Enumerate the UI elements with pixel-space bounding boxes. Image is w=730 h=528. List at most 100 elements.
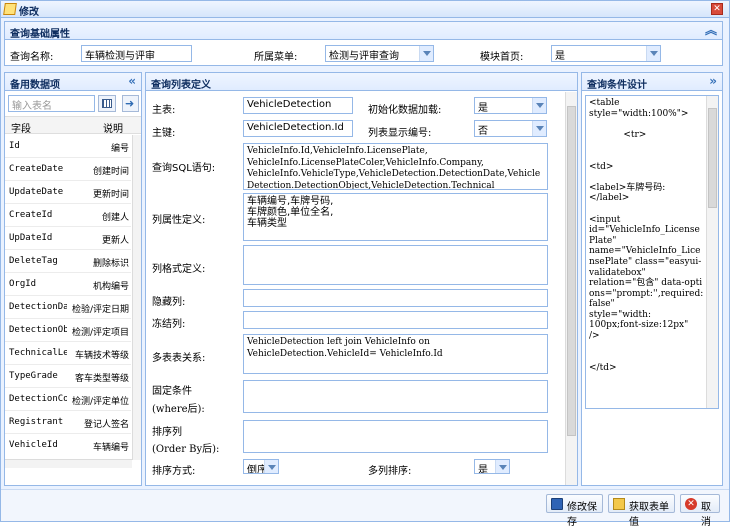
table-row[interactable]: TechnicalLev 车辆技术等级: [5, 342, 131, 365]
multi-sort-select[interactable]: 是: [474, 459, 510, 474]
table-header: 字段 说明: [5, 116, 141, 135]
field-name-cell: CreateId: [9, 210, 53, 220]
table-row[interactable]: CreateDate 创建时间: [5, 158, 131, 181]
column-field-header: 字段: [11, 124, 31, 135]
chevron-down-icon[interactable]: [495, 460, 509, 473]
sql-label: 查询SQL语句:: [152, 163, 216, 174]
fixed-condition-sub-label: (where后):: [152, 404, 205, 415]
sort-mode-select[interactable]: 倒序: [243, 459, 279, 474]
list-number-label: 列表显示编号:: [368, 128, 432, 139]
scrollbar-thumb[interactable]: [567, 106, 576, 436]
field-name-cell: TechnicalLev: [9, 348, 67, 358]
query-name-label: 查询名称:: [10, 52, 54, 63]
home-select[interactable]: 是: [551, 45, 661, 62]
panel-title: 查询条件设计: [587, 80, 647, 91]
refresh-button[interactable]: ➜: [122, 95, 139, 112]
close-icon[interactable]: ✕: [711, 3, 723, 15]
basic-properties-panel: 查询基础属性 ︽ 查询名称: 车辆检测与评审 所属菜单: 检测与评审查询 模块首…: [4, 21, 723, 66]
table-row[interactable]: UpDateId 更新人: [5, 227, 131, 250]
fields-scrollbar[interactable]: [132, 135, 141, 460]
condition-design-textarea[interactable]: <table style="width:100%"> <tr> <td> <la…: [585, 95, 719, 409]
condition-design-scrollbar[interactable]: [706, 96, 718, 408]
table-row[interactable]: DetectionCor 检测/评定单位: [5, 388, 131, 411]
list-number-value: 否: [478, 126, 488, 137]
multi-join-textarea[interactable]: VehicleDetection left join VehicleInfo o…: [243, 334, 548, 374]
table-row[interactable]: DetectionDat 检验/评定日期: [5, 296, 131, 319]
data-items-panel: 备用数据项 « 输入表名 ➜ 字段 说明 Id 编号 CreateDate 创建时间 U…: [4, 72, 142, 486]
field-desc-cell: 编号: [110, 144, 129, 154]
menu-select[interactable]: 检测与评审查询: [325, 45, 434, 62]
chevron-down-icon[interactable]: [532, 98, 546, 113]
save-button[interactable]: 修改保存: [546, 494, 603, 528]
main-table-input[interactable]: VehicleDetection: [243, 97, 353, 114]
table-row[interactable]: UpdateDate 更新时间: [5, 181, 131, 204]
table-grid-button[interactable]: [98, 95, 116, 112]
collapse-left-icon[interactable]: «: [128, 74, 136, 88]
basic-properties-header: 查询基础属性 ︽: [5, 22, 722, 40]
cancel-button[interactable]: ✕ 取消: [680, 494, 720, 528]
form-icon: [613, 498, 625, 510]
fields-hscrollbar[interactable]: [5, 459, 132, 468]
table-row[interactable]: OrgId 机构编号: [5, 273, 131, 296]
scrollbar-thumb[interactable]: [708, 108, 717, 208]
chevron-down-icon[interactable]: [532, 121, 546, 136]
sort-column-label: 排序列: [152, 427, 182, 438]
chevron-down-icon[interactable]: [646, 46, 660, 61]
table-row[interactable]: TypeGrade 客车类型等级: [5, 365, 131, 388]
primary-key-input[interactable]: VehicleDetection.Id: [243, 120, 353, 137]
collapse-up-icon[interactable]: ︽: [705, 23, 717, 37]
column-format-textarea[interactable]: [243, 245, 548, 285]
init-load-label: 初始化数据加载:: [368, 105, 442, 116]
sort-mode-label: 排序方式:: [152, 466, 196, 477]
table-row[interactable]: VehicleId 车辆编号: [5, 434, 131, 455]
fixed-condition-label: 固定条件: [152, 386, 192, 397]
field-desc-cell: 登记人签名: [83, 420, 129, 430]
field-desc-cell: 车辆编号: [92, 443, 129, 453]
frozen-columns-label: 冻结列:: [152, 319, 186, 330]
collapse-right-icon[interactable]: »: [709, 74, 717, 88]
home-label: 模块首页:: [480, 52, 524, 63]
dialog-footer: 修改保存 获取表单值 ✕ 取消: [1, 489, 729, 528]
table-row[interactable]: CreateId 创建人: [5, 204, 131, 227]
cancel-icon: ✕: [685, 498, 697, 510]
save-icon: [551, 498, 563, 510]
list-number-select[interactable]: 否: [474, 120, 547, 137]
column-attr-textarea[interactable]: 车辆编号,车牌号码, 车牌颜色,单位全名, 车辆类型: [243, 193, 548, 241]
init-load-select[interactable]: 是: [474, 97, 547, 114]
edit-dialog: 修改 ✕ 查询基础属性 ︽ 查询名称: 车辆检测与评审 所属菜单: 检测与评审查…: [0, 0, 730, 528]
chevron-down-icon[interactable]: [419, 46, 433, 61]
chevron-down-icon[interactable]: [264, 460, 278, 473]
multi-join-label: 多表表关系:: [152, 353, 206, 364]
field-desc-cell: 删除标识: [92, 259, 129, 269]
field-desc-cell: 机构编号: [92, 282, 129, 292]
field-name-cell: Id: [9, 141, 20, 151]
field-desc-cell: 检测/评定项目: [71, 328, 129, 338]
fixed-condition-textarea[interactable]: [243, 380, 548, 413]
table-row[interactable]: Registrant 登记人签名: [5, 411, 131, 434]
list-definition-header: 查询列表定义: [146, 73, 577, 91]
table-row[interactable]: DeleteTag 删除标识: [5, 250, 131, 273]
field-name-cell: DetectionCor: [9, 394, 67, 404]
home-select-value: 是: [555, 51, 565, 62]
frozen-columns-textarea[interactable]: [243, 311, 548, 329]
main-table-label: 主表:: [152, 105, 176, 116]
field-name-cell: UpdateDate: [9, 187, 64, 197]
field-name-cell: UpDateId: [9, 233, 53, 243]
field-desc-cell: 创建时间: [92, 167, 129, 177]
table-row[interactable]: DetectionObj 检测/评定项目: [5, 319, 131, 342]
list-definition-scrollbar[interactable]: [565, 92, 577, 485]
sort-column-textarea[interactable]: [243, 420, 548, 453]
menu-select-value: 检测与评审查询: [329, 51, 399, 62]
condition-design-header: 查询条件设计 »: [582, 73, 722, 91]
sql-textarea[interactable]: VehicleInfo.Id,VehicleInfo.LicensePlate,…: [243, 143, 548, 190]
dialog-title: 修改: [19, 7, 39, 18]
save-button-label: 修改保存: [567, 502, 597, 528]
table-row[interactable]: Id 编号: [5, 135, 131, 158]
dialog-titlebar: 修改 ✕: [1, 1, 729, 18]
hidden-columns-textarea[interactable]: [243, 289, 548, 307]
query-name-input[interactable]: 车辆检测与评审: [81, 45, 192, 62]
table-search-input[interactable]: 输入表名: [8, 95, 95, 112]
fetch-form-values-button[interactable]: 获取表单值: [608, 494, 675, 528]
field-desc-cell: 更新时间: [92, 190, 129, 200]
multi-sort-value: 是: [478, 465, 488, 474]
